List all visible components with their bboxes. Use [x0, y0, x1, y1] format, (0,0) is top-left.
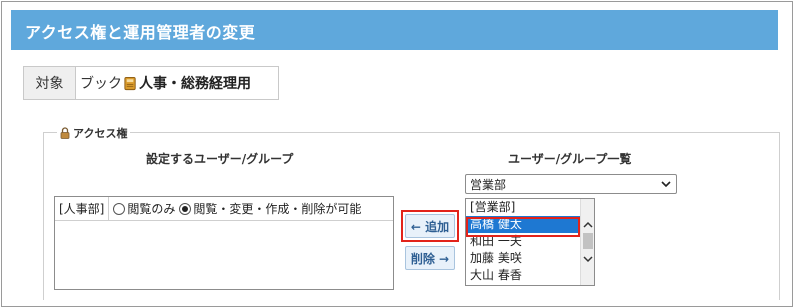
book-prefix: ブック — [80, 76, 122, 92]
list-item[interactable]: 加藤 美咲 — [466, 250, 580, 267]
scroll-up-icon[interactable] — [582, 219, 594, 231]
group-select-value: 営業部 — [470, 177, 507, 192]
settings-group-name: [人事部] — [55, 197, 110, 220]
add-button-highlight — [401, 210, 459, 242]
page-header: アクセス権と運用管理者の変更 — [11, 10, 778, 50]
radio-full-access[interactable]: 閲覧・変更・作成・削除が可能 — [179, 200, 361, 217]
radio-view-only-circle[interactable] — [113, 202, 126, 215]
page-title: アクセス権と運用管理者の変更 — [25, 23, 256, 42]
lock-icon — [60, 127, 70, 139]
scroll-thumb[interactable] — [583, 233, 593, 249]
radio-full-access-label: 閲覧・変更・作成・削除が可能 — [193, 202, 362, 216]
access-settings-row: [人事部] 閲覧のみ 閲覧・変更・作成・削除が可能 — [55, 197, 393, 221]
book-icon — [124, 76, 136, 90]
list-heading: ユーザー/グループ一覧 — [508, 152, 632, 166]
listbox-scrollbar[interactable] — [580, 199, 594, 285]
access-legend-label: アクセス権 — [73, 127, 128, 140]
chevron-down-icon — [661, 181, 671, 188]
list-item[interactable]: [営業部] — [466, 199, 580, 216]
remove-button[interactable]: 削除 → — [405, 246, 455, 270]
radio-full-access-circle[interactable] — [179, 202, 192, 215]
radio-view-only-label: 閲覧のみ — [127, 202, 176, 216]
access-legend: アクセス権 — [57, 125, 131, 141]
book-name: 人事・総務経理用 — [139, 76, 251, 92]
settings-heading: 設定するユーザー/グループ — [146, 152, 294, 166]
target-value: ブック 人事・総務経理用 — [76, 67, 278, 99]
group-select[interactable]: 営業部 — [465, 174, 677, 194]
user-group-listbox[interactable]: [営業部] 高橋 健太 和田 一夫 加藤 美咲 大山 春香 — [465, 198, 595, 286]
target-info: 対象 ブック 人事・総務経理用 — [23, 66, 279, 100]
scroll-down-icon[interactable] — [582, 253, 594, 265]
selected-user-highlight — [466, 217, 580, 237]
radio-view-only[interactable]: 閲覧のみ — [113, 200, 175, 217]
access-settings-list[interactable]: [人事部] 閲覧のみ 閲覧・変更・作成・削除が可能 — [54, 196, 394, 290]
list-item[interactable]: 大山 春香 — [466, 267, 580, 284]
target-label: 対象 — [24, 67, 76, 99]
